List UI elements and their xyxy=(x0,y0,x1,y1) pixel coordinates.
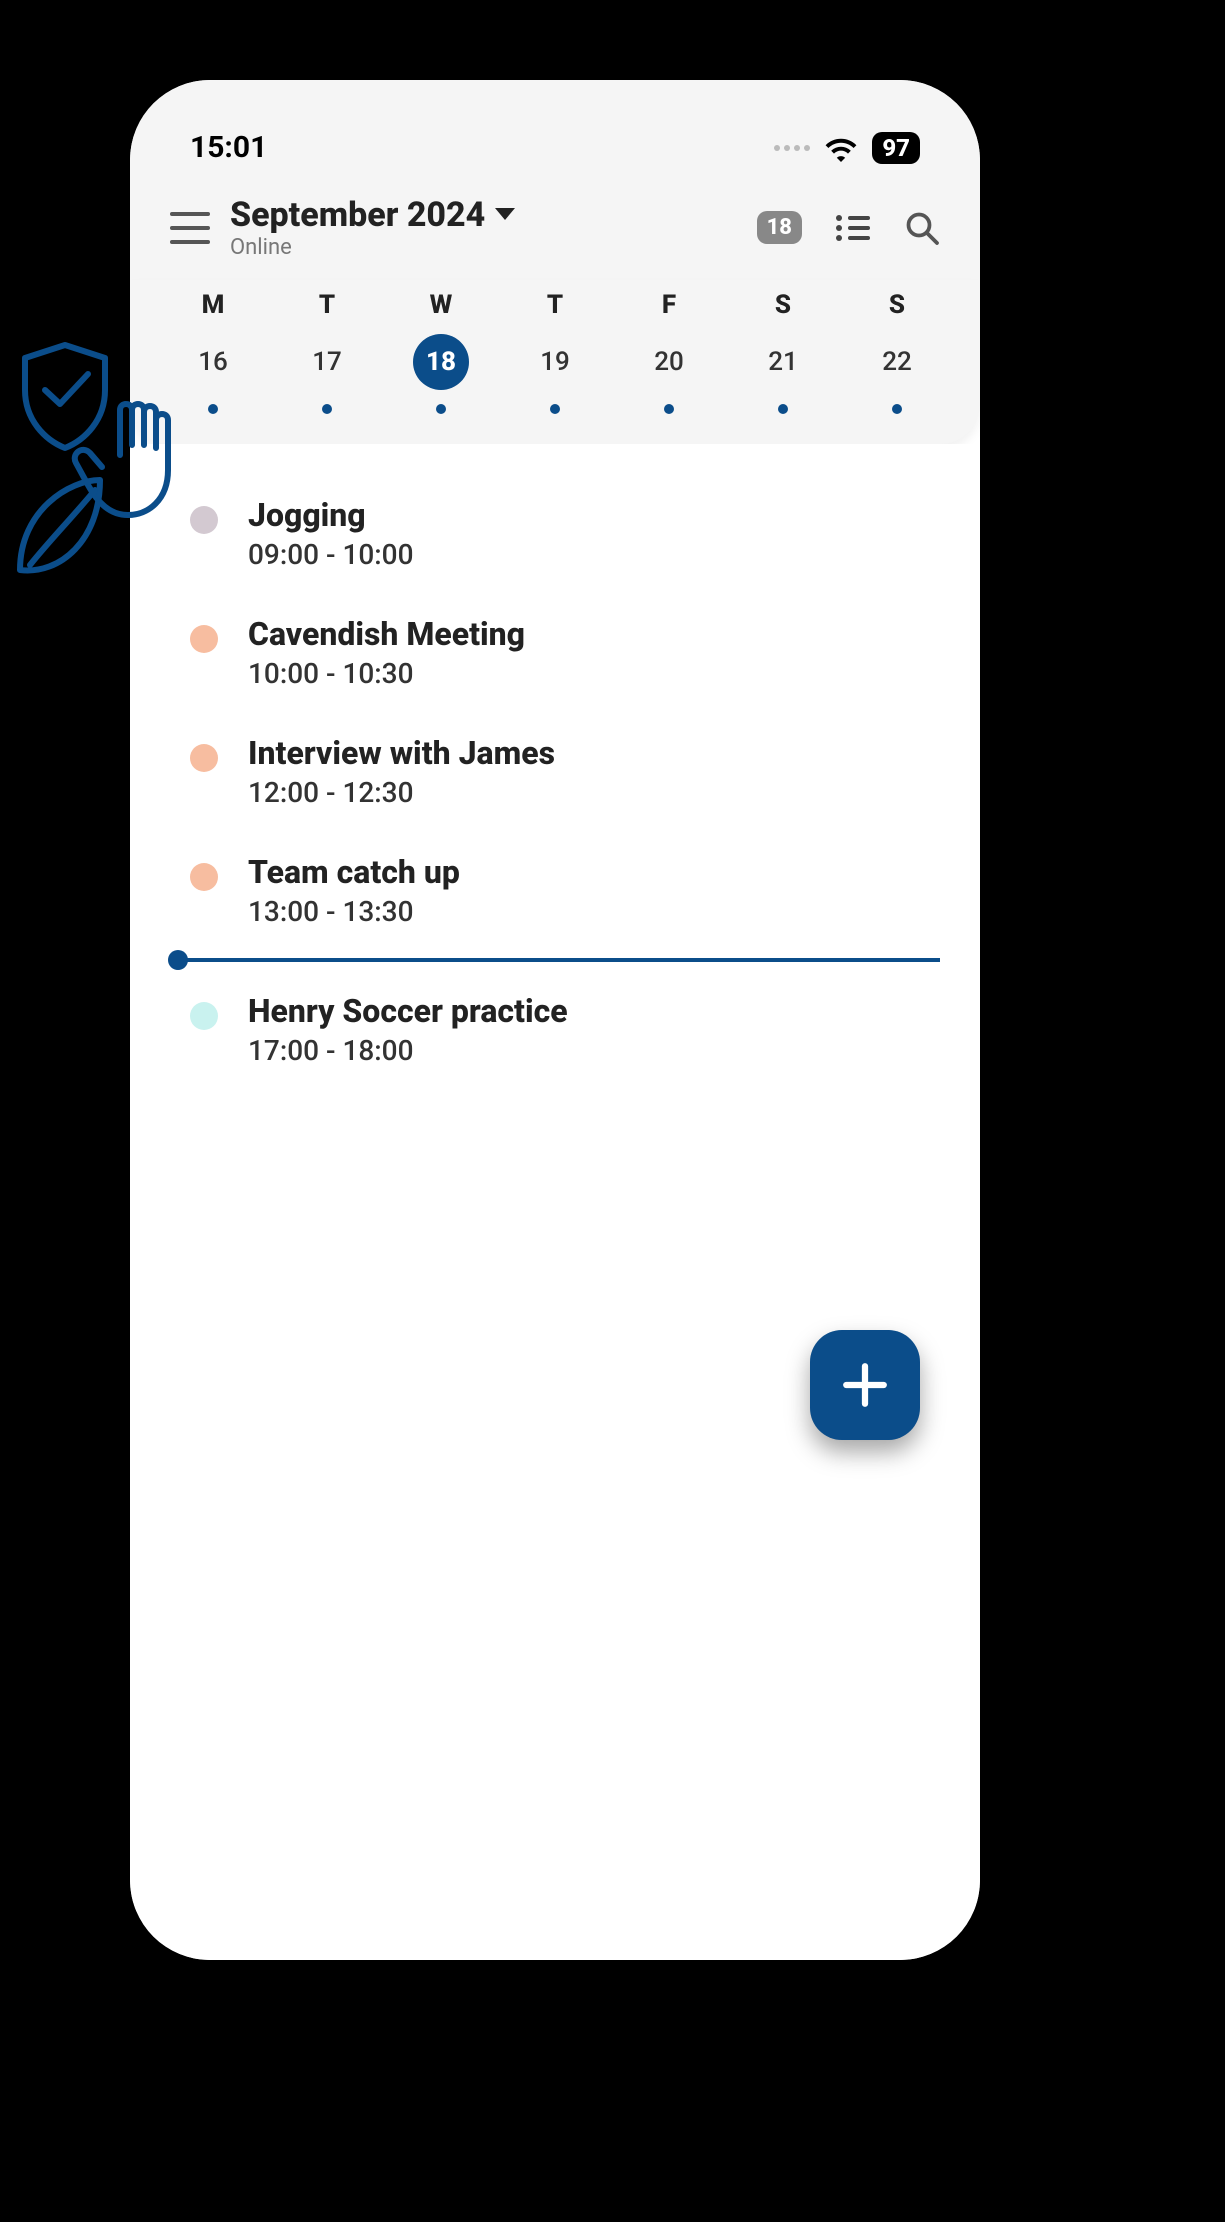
day-number: 17 xyxy=(299,334,355,390)
event-item[interactable]: Jogging 09:00 - 10:00 xyxy=(190,474,940,593)
app-header: September 2024 Online 18 xyxy=(130,185,980,280)
day-column[interactable]: S 21 xyxy=(726,290,840,414)
event-time: 12:00 - 12:30 xyxy=(248,776,555,809)
day-indicator-dot xyxy=(550,404,560,414)
day-letter: T xyxy=(319,290,335,320)
event-color-dot xyxy=(190,1002,218,1030)
view-list-button[interactable] xyxy=(836,215,870,241)
day-column[interactable]: F 20 xyxy=(612,290,726,414)
event-item[interactable]: Interview with James 12:00 - 12:30 xyxy=(190,712,940,831)
day-letter: S xyxy=(775,290,791,320)
leaf-icon xyxy=(20,480,100,570)
wifi-icon xyxy=(824,134,858,162)
event-text: Team catch up 13:00 - 13:30 xyxy=(248,853,460,928)
day-column[interactable]: S 22 xyxy=(840,290,954,414)
signal-icon xyxy=(774,145,810,151)
current-time-line xyxy=(180,958,940,962)
day-indicator-dot xyxy=(436,404,446,414)
event-title: Jogging xyxy=(248,496,414,534)
day-number: 21 xyxy=(755,334,811,390)
week-row: M 16 T 17 W 18 T 19 F 20 S 21 S 22 xyxy=(130,280,980,444)
day-letter: F xyxy=(662,290,676,320)
event-text: Interview with James 12:00 - 12:30 xyxy=(248,734,555,809)
event-color-dot xyxy=(190,506,218,534)
event-title: Team catch up xyxy=(248,853,460,891)
event-time: 09:00 - 10:00 xyxy=(248,538,414,571)
phone-frame: 15:01 97 September 2024 Online 18 xyxy=(130,80,980,1960)
battery-badge: 97 xyxy=(872,132,920,164)
day-column[interactable]: T 19 xyxy=(498,290,612,414)
header-actions: 18 xyxy=(757,210,940,246)
day-number: 19 xyxy=(527,334,583,390)
event-color-dot xyxy=(190,863,218,891)
chevron-down-icon xyxy=(495,208,515,222)
online-status: Online xyxy=(230,235,737,260)
add-event-button[interactable] xyxy=(810,1330,920,1440)
status-right: 97 xyxy=(774,132,920,164)
event-color-dot xyxy=(190,744,218,772)
event-color-dot xyxy=(190,625,218,653)
event-title: Cavendish Meeting xyxy=(248,615,525,653)
today-button[interactable]: 18 xyxy=(757,211,802,244)
day-number: 18 xyxy=(413,334,469,390)
event-time: 10:00 - 10:30 xyxy=(248,657,525,690)
day-indicator-dot xyxy=(778,404,788,414)
shield-icon xyxy=(25,345,105,448)
day-indicator-dot xyxy=(322,404,332,414)
check-icon xyxy=(45,374,88,404)
events-list: Jogging 09:00 - 10:00 Cavendish Meeting 10:… xyxy=(130,444,980,1960)
day-indicator-dot xyxy=(208,404,218,414)
day-column[interactable]: T 17 xyxy=(270,290,384,414)
day-letter: S xyxy=(889,290,905,320)
day-indicator-dot xyxy=(892,404,902,414)
event-text: Cavendish Meeting 10:00 - 10:30 xyxy=(248,615,525,690)
event-title: Henry Soccer practice xyxy=(248,992,568,1030)
status-time: 15:01 xyxy=(190,130,267,165)
event-time: 17:00 - 18:00 xyxy=(248,1034,568,1067)
day-number: 20 xyxy=(641,334,697,390)
status-bar: 15:01 97 xyxy=(130,80,980,185)
day-indicator-dot xyxy=(664,404,674,414)
day-letter: W xyxy=(430,290,453,320)
day-column[interactable]: W 18 xyxy=(384,290,498,414)
month-label: September 2024 xyxy=(230,195,485,235)
day-letter: M xyxy=(202,290,225,320)
event-text: Jogging 09:00 - 10:00 xyxy=(248,496,414,571)
event-time: 13:00 - 13:30 xyxy=(248,895,460,928)
event-title: Interview with James xyxy=(248,734,555,772)
search-button[interactable] xyxy=(904,210,940,246)
event-text: Henry Soccer practice 17:00 - 18:00 xyxy=(248,992,568,1067)
event-item[interactable]: Team catch up 13:00 - 13:30 xyxy=(190,831,940,950)
event-item[interactable]: Cavendish Meeting 10:00 - 10:30 xyxy=(190,593,940,712)
day-number: 22 xyxy=(869,334,925,390)
menu-button[interactable] xyxy=(170,212,210,244)
plus-icon xyxy=(840,1360,890,1410)
day-letter: T xyxy=(547,290,563,320)
day-column[interactable]: M 16 xyxy=(156,290,270,414)
event-item[interactable]: Henry Soccer practice 17:00 - 18:00 xyxy=(190,970,940,1089)
day-number: 16 xyxy=(185,334,241,390)
month-picker[interactable]: September 2024 Online xyxy=(230,195,737,260)
